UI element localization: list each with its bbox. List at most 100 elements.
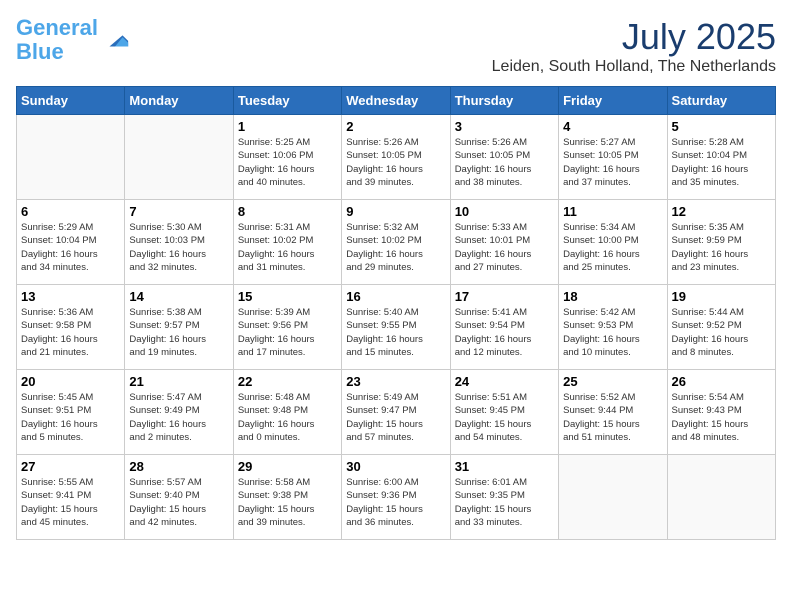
calendar-header-row: SundayMondayTuesdayWednesdayThursdayFrid… xyxy=(17,87,776,115)
cell-info: Sunrise: 5:29 AM Sunset: 10:04 PM Daylig… xyxy=(21,221,120,274)
day-number: 10 xyxy=(455,204,554,219)
calendar-cell: 2Sunrise: 5:26 AM Sunset: 10:05 PM Dayli… xyxy=(342,115,450,200)
week-row-2: 6 Sunrise: 5:29 AM Sunset: 10:04 PM Dayli… xyxy=(17,200,776,285)
calendar-cell: 21 Sunrise: 5:47 AM Sunset: 9:49 PM Dayli… xyxy=(125,370,233,455)
calendar-cell: 29Sunrise: 5:58 AM Sunset: 9:38 PM Dayli… xyxy=(233,455,341,540)
calendar-header-tuesday: Tuesday xyxy=(233,87,341,115)
day-number: 11 xyxy=(563,204,662,219)
calendar-cell: 10 Sunrise: 5:33 AM Sunset: 10:01 PM Dayl… xyxy=(450,200,558,285)
cell-info: Sunrise: 6:01 AM Sunset: 9:35 PM Dayligh… xyxy=(455,476,554,529)
cell-info: Sunrise: 5:34 AM Sunset: 10:00 PM Daylig… xyxy=(563,221,662,274)
logo: General Blue xyxy=(16,16,130,64)
day-number: 1 xyxy=(238,119,337,134)
cell-info: Sunrise: 5:27 AM Sunset: 10:05 PM Daylig… xyxy=(563,136,662,189)
cell-info: Sunrise: 5:40 AM Sunset: 9:55 PM Dayligh… xyxy=(346,306,445,359)
calendar-cell: 25Sunrise: 5:52 AM Sunset: 9:44 PM Dayli… xyxy=(559,370,667,455)
cell-info: Sunrise: 5:52 AM Sunset: 9:44 PM Dayligh… xyxy=(563,391,662,444)
day-number: 24 xyxy=(455,374,554,389)
cell-info: Sunrise: 5:30 AM Sunset: 10:03 PM Daylig… xyxy=(129,221,228,274)
calendar-cell: 8 Sunrise: 5:31 AM Sunset: 10:02 PM Dayli… xyxy=(233,200,341,285)
day-number: 13 xyxy=(21,289,120,304)
day-number: 22 xyxy=(238,374,337,389)
day-number: 29 xyxy=(238,459,337,474)
title-section: July 2025 Leiden, South Holland, The Net… xyxy=(492,16,776,76)
calendar-header-sunday: Sunday xyxy=(17,87,125,115)
day-number: 4 xyxy=(563,119,662,134)
cell-info: Sunrise: 5:25 AM Sunset: 10:06 PM Daylig… xyxy=(238,136,337,189)
page-header: General Blue July 2025 Leiden, South Hol… xyxy=(16,16,776,76)
cell-info: Sunrise: 6:00 AM Sunset: 9:36 PM Dayligh… xyxy=(346,476,445,529)
day-number: 21 xyxy=(129,374,228,389)
day-number: 6 xyxy=(21,204,120,219)
cell-info: Sunrise: 5:28 AM Sunset: 10:04 PM Daylig… xyxy=(672,136,771,189)
calendar-cell xyxy=(559,455,667,540)
cell-info: Sunrise: 5:55 AM Sunset: 9:41 PM Dayligh… xyxy=(21,476,120,529)
day-number: 19 xyxy=(672,289,771,304)
calendar-cell: 3Sunrise: 5:26 AM Sunset: 10:05 PM Dayli… xyxy=(450,115,558,200)
day-number: 18 xyxy=(563,289,662,304)
day-number: 26 xyxy=(672,374,771,389)
day-number: 31 xyxy=(455,459,554,474)
calendar-cell: 18 Sunrise: 5:42 AM Sunset: 9:53 PM Dayli… xyxy=(559,285,667,370)
calendar-cell: 31 Sunrise: 6:01 AM Sunset: 9:35 PM Dayli… xyxy=(450,455,558,540)
cell-info: Sunrise: 5:42 AM Sunset: 9:53 PM Dayligh… xyxy=(563,306,662,359)
cell-info: Sunrise: 5:47 AM Sunset: 9:49 PM Dayligh… xyxy=(129,391,228,444)
calendar-cell: 30 Sunrise: 6:00 AM Sunset: 9:36 PM Dayli… xyxy=(342,455,450,540)
cell-info: Sunrise: 5:39 AM Sunset: 9:56 PM Dayligh… xyxy=(238,306,337,359)
calendar-table: SundayMondayTuesdayWednesdayThursdayFrid… xyxy=(16,86,776,540)
calendar-cell: 9 Sunrise: 5:32 AM Sunset: 10:02 PM Dayli… xyxy=(342,200,450,285)
calendar-header-friday: Friday xyxy=(559,87,667,115)
cell-info: Sunrise: 5:51 AM Sunset: 9:45 PM Dayligh… xyxy=(455,391,554,444)
calendar-cell: 24 Sunrise: 5:51 AM Sunset: 9:45 PM Dayli… xyxy=(450,370,558,455)
day-number: 8 xyxy=(238,204,337,219)
calendar-cell: 6 Sunrise: 5:29 AM Sunset: 10:04 PM Dayli… xyxy=(17,200,125,285)
calendar-cell xyxy=(17,115,125,200)
calendar-cell: 28Sunrise: 5:57 AM Sunset: 9:40 PM Dayli… xyxy=(125,455,233,540)
day-number: 17 xyxy=(455,289,554,304)
calendar-cell: 4 Sunrise: 5:27 AM Sunset: 10:05 PM Dayli… xyxy=(559,115,667,200)
cell-info: Sunrise: 5:45 AM Sunset: 9:51 PM Dayligh… xyxy=(21,391,120,444)
cell-info: Sunrise: 5:41 AM Sunset: 9:54 PM Dayligh… xyxy=(455,306,554,359)
calendar-cell: 23Sunrise: 5:49 AM Sunset: 9:47 PM Dayli… xyxy=(342,370,450,455)
calendar-cell: 1 Sunrise: 5:25 AM Sunset: 10:06 PM Dayli… xyxy=(233,115,341,200)
calendar-cell: 22 Sunrise: 5:48 AM Sunset: 9:48 PM Dayli… xyxy=(233,370,341,455)
day-number: 7 xyxy=(129,204,228,219)
day-number: 16 xyxy=(346,289,445,304)
calendar-header-wednesday: Wednesday xyxy=(342,87,450,115)
calendar-cell: 16 Sunrise: 5:40 AM Sunset: 9:55 PM Dayli… xyxy=(342,285,450,370)
calendar-cell xyxy=(667,455,775,540)
calendar-cell: 7 Sunrise: 5:30 AM Sunset: 10:03 PM Dayli… xyxy=(125,200,233,285)
day-number: 3 xyxy=(455,119,554,134)
day-number: 20 xyxy=(21,374,120,389)
day-number: 9 xyxy=(346,204,445,219)
cell-info: Sunrise: 5:35 AM Sunset: 9:59 PM Dayligh… xyxy=(672,221,771,274)
logo-text: General Blue xyxy=(16,16,98,64)
week-row-1: 1 Sunrise: 5:25 AM Sunset: 10:06 PM Dayli… xyxy=(17,115,776,200)
day-number: 30 xyxy=(346,459,445,474)
calendar-cell: 20 Sunrise: 5:45 AM Sunset: 9:51 PM Dayli… xyxy=(17,370,125,455)
calendar-header-thursday: Thursday xyxy=(450,87,558,115)
calendar-cell: 13Sunrise: 5:36 AM Sunset: 9:58 PM Dayli… xyxy=(17,285,125,370)
week-row-4: 20 Sunrise: 5:45 AM Sunset: 9:51 PM Dayli… xyxy=(17,370,776,455)
cell-info: Sunrise: 5:48 AM Sunset: 9:48 PM Dayligh… xyxy=(238,391,337,444)
calendar-cell: 27Sunrise: 5:55 AM Sunset: 9:41 PM Dayli… xyxy=(17,455,125,540)
location-subtitle: Leiden, South Holland, The Netherlands xyxy=(492,58,776,76)
day-number: 14 xyxy=(129,289,228,304)
calendar-cell: 12 Sunrise: 5:35 AM Sunset: 9:59 PM Dayli… xyxy=(667,200,775,285)
calendar-header-monday: Monday xyxy=(125,87,233,115)
calendar-cell: 17 Sunrise: 5:41 AM Sunset: 9:54 PM Dayli… xyxy=(450,285,558,370)
calendar-header-saturday: Saturday xyxy=(667,87,775,115)
logo-icon xyxy=(102,26,130,54)
day-number: 12 xyxy=(672,204,771,219)
cell-info: Sunrise: 5:32 AM Sunset: 10:02 PM Daylig… xyxy=(346,221,445,274)
calendar-cell: 15Sunrise: 5:39 AM Sunset: 9:56 PM Dayli… xyxy=(233,285,341,370)
day-number: 28 xyxy=(129,459,228,474)
cell-info: Sunrise: 5:33 AM Sunset: 10:01 PM Daylig… xyxy=(455,221,554,274)
cell-info: Sunrise: 5:49 AM Sunset: 9:47 PM Dayligh… xyxy=(346,391,445,444)
calendar-cell: 14Sunrise: 5:38 AM Sunset: 9:57 PM Dayli… xyxy=(125,285,233,370)
calendar-cell xyxy=(125,115,233,200)
cell-info: Sunrise: 5:31 AM Sunset: 10:02 PM Daylig… xyxy=(238,221,337,274)
calendar-cell: 19Sunrise: 5:44 AM Sunset: 9:52 PM Dayli… xyxy=(667,285,775,370)
day-number: 2 xyxy=(346,119,445,134)
week-row-3: 13Sunrise: 5:36 AM Sunset: 9:58 PM Dayli… xyxy=(17,285,776,370)
